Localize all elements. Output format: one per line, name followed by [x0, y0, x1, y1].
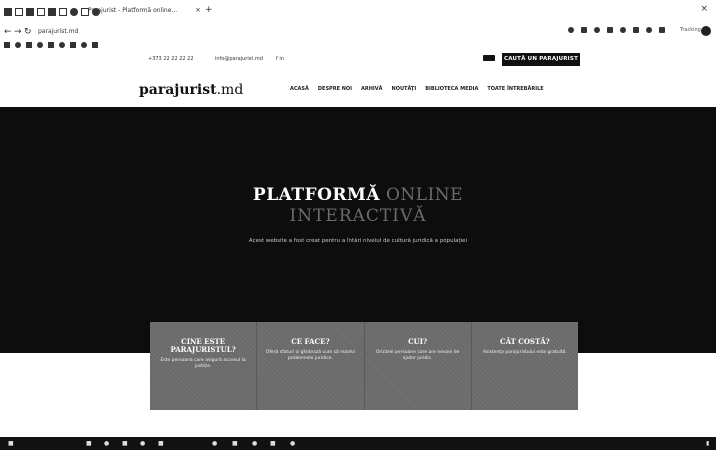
- card-text: Oferă sfaturi și ghidează cum să rezolvi…: [265, 350, 355, 361]
- logo-domain: .md: [216, 82, 244, 98]
- card-title: CE FACE?: [291, 337, 330, 346]
- taskbar-app-icon[interactable]: ●: [140, 440, 145, 447]
- profile-button[interactable]: Tracking: [680, 25, 714, 37]
- hero-title-bold: PLATFORMĂ: [252, 185, 381, 205]
- nav-item-home[interactable]: ACASĂ: [290, 86, 309, 92]
- browser-tab-bar: Parajurist - Platformă online... × + ×: [0, 0, 716, 26]
- tab-close-icon[interactable]: ×: [195, 6, 201, 14]
- extension-icon[interactable]: [607, 27, 613, 33]
- logo-name: parajurist: [139, 82, 217, 98]
- hero-title-line2: INTERACTIVĂ: [289, 206, 427, 226]
- nav-item-news[interactable]: NOUTĂȚI: [392, 86, 417, 92]
- profile-label: Tracking: [680, 27, 701, 33]
- extension-icon[interactable]: [633, 27, 639, 33]
- hero-title-light: ONLINE: [385, 185, 464, 205]
- new-tab-icon[interactable]: +: [205, 5, 213, 15]
- main-nav: ACASĂ DESPRE NOI ARHIVĂ NOUTĂȚI BIBLIOTE…: [290, 86, 544, 92]
- extension-icon[interactable]: [659, 27, 665, 33]
- bookmark-icon[interactable]: [15, 42, 21, 48]
- nav-item-about[interactable]: DESPRE NOI: [318, 86, 352, 92]
- bookmark-icon[interactable]: [70, 42, 76, 48]
- bookmark-icon[interactable]: [92, 42, 98, 48]
- taskbar-app-icon[interactable]: ●: [252, 440, 257, 447]
- site-logo[interactable]: parajurist.md: [139, 82, 243, 98]
- contact-email[interactable]: info@parajurist.md: [215, 56, 263, 62]
- tab-icon[interactable]: [48, 8, 56, 16]
- taskbar-app-icon[interactable]: ●: [104, 440, 109, 447]
- extension-icon[interactable]: [568, 27, 574, 33]
- window-close-icon[interactable]: ×: [700, 4, 708, 14]
- find-parajurist-button[interactable]: CAUTĂ UN PARAJURIST: [502, 53, 580, 66]
- bookmark-icon[interactable]: [48, 42, 54, 48]
- reload-icon[interactable]: ↻: [24, 26, 32, 38]
- extension-icons: [568, 27, 665, 33]
- taskbar-app-icon[interactable]: ■: [270, 440, 276, 447]
- bookmark-icon[interactable]: [26, 42, 32, 48]
- card-text: Oricărei persoane care are nevoie de aju…: [375, 350, 460, 361]
- card-title: CINE ESTE PARAJURISTUL?: [170, 337, 236, 354]
- taskbar-app-icon[interactable]: ■: [232, 440, 238, 447]
- card-text: Asistența parajuristului este gratuită.: [482, 350, 567, 355]
- taskbar-app-icon[interactable]: ●: [212, 440, 217, 447]
- hero-subtitle: Acest website a fost creat pentru a întă…: [248, 238, 468, 244]
- site-top-strip: [0, 50, 716, 68]
- nav-item-media-library[interactable]: BIBLIOTECA MEDIA: [425, 86, 478, 92]
- hero-section: [0, 107, 716, 353]
- tab-icon[interactable]: [4, 8, 12, 16]
- hero-title: PLATFORMĂ ONLINE: [0, 185, 716, 205]
- tab-strip-icons: [4, 8, 100, 16]
- avatar: [701, 26, 711, 36]
- info-card-what[interactable]: CE FACE? Oferă sfaturi și ghidează cum s…: [257, 322, 365, 410]
- bookmark-icon[interactable]: [4, 42, 10, 48]
- os-taskbar: ■ ■ ● ■ ● ■ ● ■ ● ■ ● ▮: [0, 437, 716, 450]
- extension-icon[interactable]: [581, 27, 587, 33]
- url-field[interactable]: parajurist.md: [38, 28, 78, 35]
- tab-icon[interactable]: [15, 8, 23, 16]
- contact-phone[interactable]: +373 22 22 22 22: [148, 56, 194, 62]
- extension-icon[interactable]: [646, 27, 652, 33]
- tab-icon[interactable]: [70, 8, 78, 16]
- info-card-who[interactable]: CINE ESTE PARAJURISTUL? Este persoana ca…: [150, 322, 258, 410]
- bookmark-icon[interactable]: [59, 42, 65, 48]
- show-desktop-icon[interactable]: ▮: [706, 440, 709, 447]
- search-icon[interactable]: [483, 55, 495, 61]
- tab-icon[interactable]: [26, 8, 34, 16]
- taskbar-app-icon[interactable]: ■: [158, 440, 164, 447]
- tab-icon[interactable]: [59, 8, 67, 16]
- info-cards: CINE ESTE PARAJURISTUL? Este persoana ca…: [150, 322, 578, 410]
- forward-icon[interactable]: →: [14, 26, 22, 38]
- taskbar-app-icon[interactable]: ■: [86, 440, 92, 447]
- back-icon[interactable]: ←: [4, 26, 12, 38]
- bookmark-icon[interactable]: [81, 42, 87, 48]
- extension-icon[interactable]: [620, 27, 626, 33]
- nav-item-archive[interactable]: ARHIVĂ: [361, 86, 383, 92]
- start-icon[interactable]: ■: [8, 440, 14, 447]
- bookmark-icon[interactable]: [37, 42, 43, 48]
- active-tab-title[interactable]: Parajurist - Platformă online...: [88, 7, 177, 14]
- taskbar-app-icon[interactable]: ■: [122, 440, 128, 447]
- card-title: CUI?: [408, 337, 428, 346]
- info-card-cost[interactable]: CÂT COSTĂ? Asistența parajuristului este…: [472, 322, 578, 410]
- nav-item-all-questions[interactable]: TOATE ÎNTREBĂRILE: [487, 86, 543, 92]
- card-title: CÂT COSTĂ?: [500, 337, 550, 346]
- extension-icon[interactable]: [594, 27, 600, 33]
- tab-icon[interactable]: [37, 8, 45, 16]
- taskbar-app-icon[interactable]: ●: [290, 440, 295, 447]
- info-card-for-whom[interactable]: CUI? Oricărei persoane care are nevoie d…: [365, 322, 472, 410]
- social-links[interactable]: f in: [276, 56, 284, 62]
- card-text: Este persoana care asigură accesul la ju…: [160, 358, 246, 369]
- bookmarks-bar: [4, 40, 98, 50]
